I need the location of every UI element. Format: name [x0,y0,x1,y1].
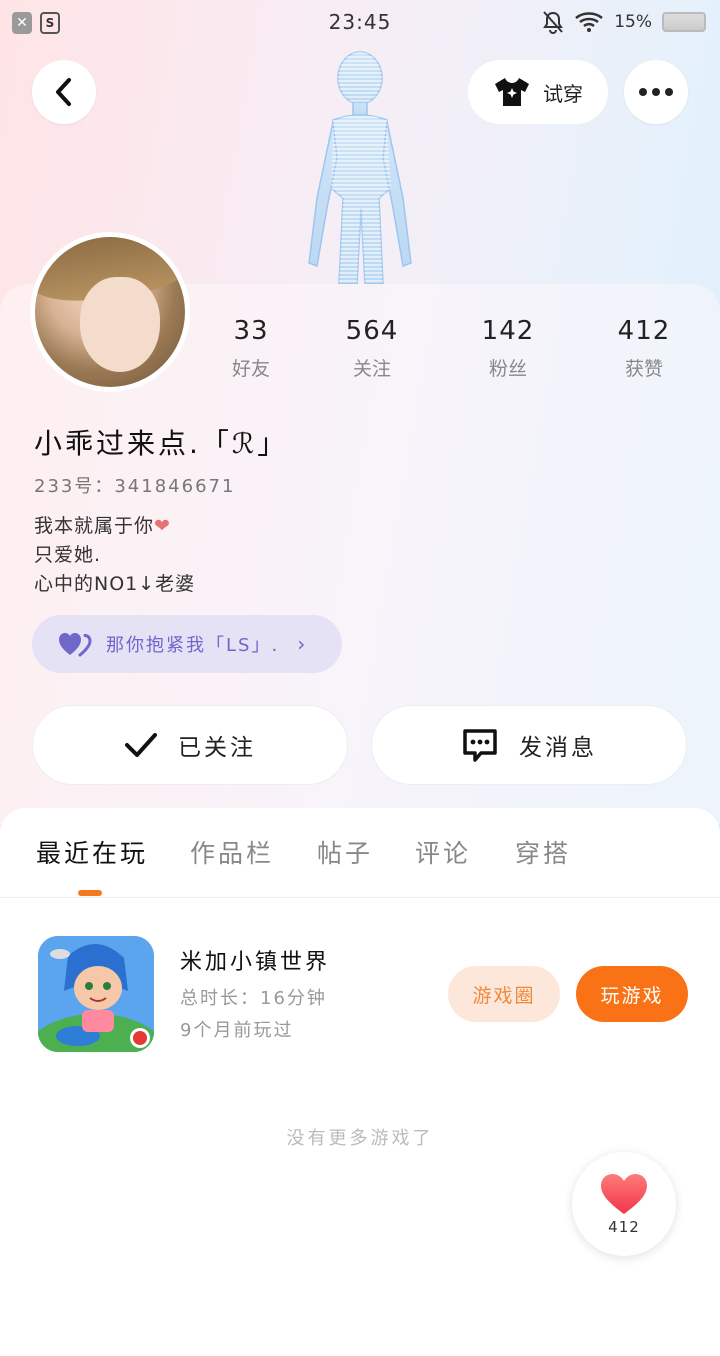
tab-posts[interactable]: 帖子 [317,834,373,870]
stat-label: 获赞 [624,358,663,380]
tab-divider [0,897,720,898]
avatar-image [35,237,185,387]
chevron-right-icon: › [297,632,308,656]
double-heart-icon [59,633,92,657]
wifi-icon [575,12,604,32]
like-button[interactable]: 412 [572,1152,676,1256]
followed-label: 已关注 [178,735,256,761]
more-dots-icon [639,88,673,96]
game-circle-button[interactable]: 游戏圈 [448,966,560,1022]
check-icon [125,733,157,757]
stat-fans[interactable]: 142 粉丝 [453,316,563,381]
bio-line: 我本就属于你❤ [34,515,171,537]
cp-label: 那你抱紧我「LS」. [106,635,280,656]
like-count: 412 [608,1218,640,1236]
stat-likes[interactable]: 412 获赞 [589,316,699,381]
game-icon[interactable] [38,936,154,1052]
tab-works[interactable]: 作品栏 [190,834,274,870]
bio-line: 只爱她. [34,544,102,566]
play-game-button[interactable]: 玩游戏 [576,966,688,1022]
more-button[interactable] [624,60,688,124]
stat-label: 好友 [231,358,270,380]
game-title[interactable]: 米加小镇世界 [180,944,330,976]
avatar[interactable] [30,232,190,392]
heart-icon [601,1174,647,1214]
tab-recently-played[interactable]: 最近在玩 [36,834,148,870]
back-button[interactable] [32,60,96,124]
active-tab-indicator [78,890,102,896]
avatar-figure-image[interactable] [295,48,425,284]
stat-label: 粉丝 [488,358,527,380]
battery-icon [662,12,706,32]
tab-comments[interactable]: 评论 [415,834,471,870]
chat-bubble-icon [463,729,497,762]
bio: 我本就属于你❤ 只爱她. 心中的NO1↓老婆 [34,512,195,599]
send-message-label: 发消息 [519,735,597,761]
cp-relationship-chip[interactable]: 那你抱紧我「LS」. › [32,615,342,673]
stat-value: 142 [481,316,535,346]
try-on-label: 试穿 [543,81,583,106]
stat-value: 33 [233,316,269,346]
try-on-button[interactable]: 试穿 [468,60,608,124]
status-right: 15% [542,10,706,34]
stat-value: 412 [617,316,671,346]
send-message-button[interactable]: 发消息 [371,705,687,785]
content-panel [0,808,720,1356]
chevron-left-icon [56,78,71,106]
tab-outfits[interactable]: 穿搭 [515,834,571,870]
stat-label: 关注 [352,358,391,380]
username: 小乖过来点.「ℛ」 [34,427,289,460]
game-last-played: 9个月前玩过 [180,1020,294,1041]
user-id: 233号：341846671 [34,476,236,497]
game-art-image [38,936,154,1052]
bio-line: 心中的NO1↓老婆 [34,573,196,595]
heart-icon: ❤ [154,515,171,537]
bell-muted-icon [543,11,564,34]
game-play-time: 总时长：16分钟 [180,988,327,1009]
no-more-games-text: 没有更多游戏了 [286,1128,434,1149]
stat-following[interactable]: 564 关注 [317,316,427,381]
status-bar: ✕ S 23:45 15% [0,0,720,44]
stat-friends[interactable]: 33 好友 [196,316,306,381]
tshirt-icon [495,78,529,106]
battery-percent: 15% [614,12,652,32]
followed-button[interactable]: 已关注 [32,705,348,785]
stat-value: 564 [345,316,399,346]
